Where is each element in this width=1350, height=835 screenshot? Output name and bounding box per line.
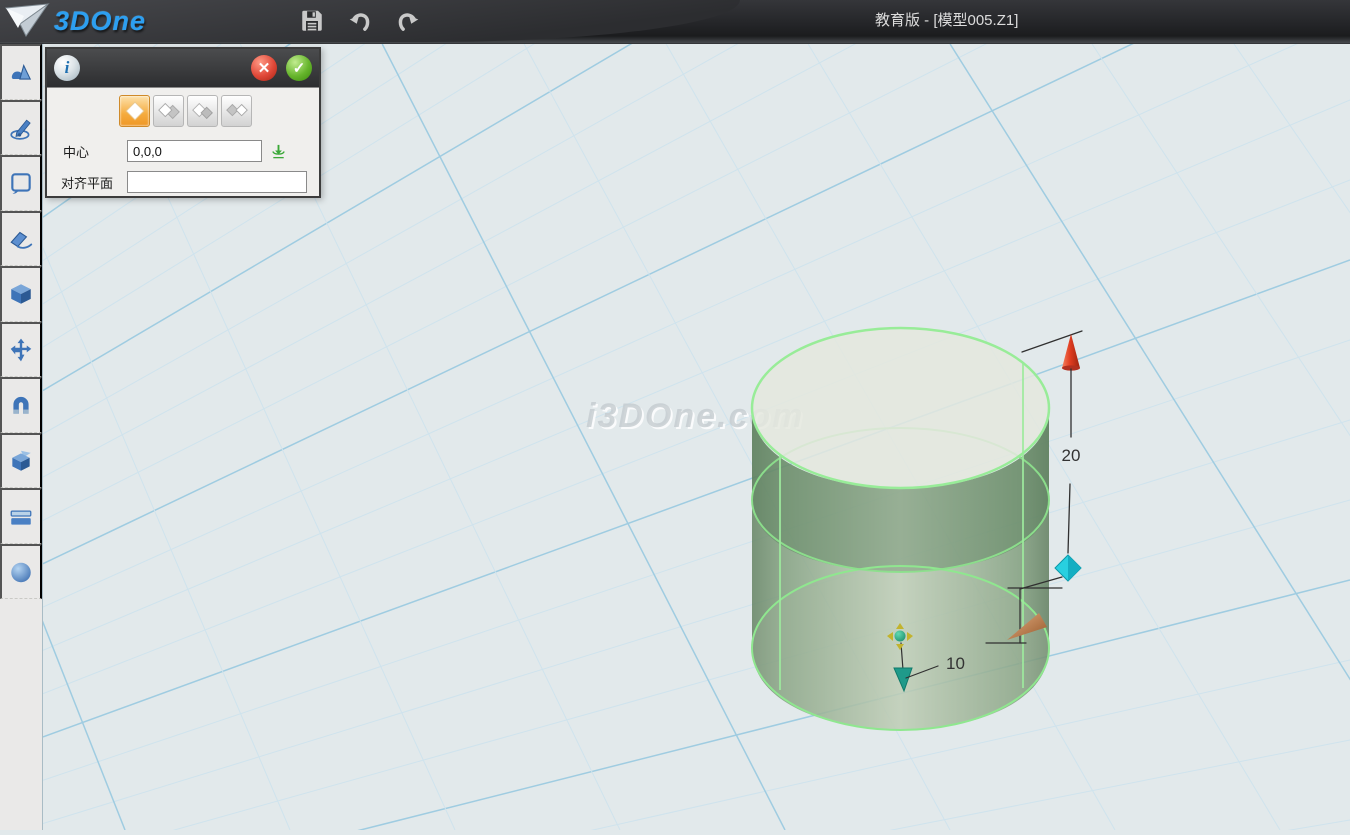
height-dim-label[interactable]: 20 — [1062, 446, 1081, 465]
cylinder-dialog: i ✕ ✓ — [45, 47, 321, 198]
paper-plane-icon — [4, 2, 50, 40]
sidebar-item-sketch[interactable] — [0, 100, 42, 156]
magnet-icon — [8, 392, 34, 418]
sidebar-item-material[interactable] — [0, 544, 42, 600]
align-plane-input[interactable] — [127, 171, 307, 193]
pick-point-icon — [270, 143, 287, 160]
diamond-add-icon — [156, 98, 182, 124]
mode-add-button[interactable] — [153, 95, 184, 127]
height-dim-line-lower — [1068, 484, 1070, 553]
sidebar-item-solid-feature[interactable] — [0, 266, 42, 322]
sidebar-item-sketch-plane[interactable] — [0, 155, 42, 211]
mode-base-button[interactable] — [119, 95, 150, 127]
cancel-button[interactable]: ✕ — [251, 55, 277, 81]
confirm-button[interactable]: ✓ — [286, 55, 312, 81]
sidebar-item-basic-shapes[interactable] — [0, 44, 42, 100]
info-button[interactable]: i — [54, 55, 80, 81]
undo-button[interactable] — [344, 5, 376, 37]
diamond-intersect-icon — [224, 98, 250, 124]
tool-sidebar — [0, 44, 43, 830]
cube-icon — [8, 281, 34, 307]
pencil-icon — [8, 115, 34, 141]
sweep-icon — [8, 226, 34, 252]
pick-point-button[interactable] — [270, 143, 287, 160]
sidebar-item-snap[interactable] — [0, 377, 42, 433]
radius-dim-label[interactable]: 10 — [946, 654, 965, 673]
section-bars-icon — [8, 503, 34, 529]
brand-name: 3DOne — [54, 6, 146, 37]
redo-button[interactable] — [392, 5, 424, 37]
boolean-mode-row — [119, 95, 252, 127]
sidebar-item-sweep[interactable] — [0, 211, 42, 267]
sidebar-item-move[interactable] — [0, 322, 42, 378]
plane-region-icon — [8, 170, 34, 196]
height-drag-cone[interactable] — [1062, 334, 1080, 368]
diamond-base-icon — [122, 98, 148, 124]
center-point-handle[interactable] — [895, 631, 906, 642]
undo-icon — [347, 8, 373, 34]
dialog-body: 中心 对齐平面 — [47, 87, 319, 196]
center-field-label: 中心 — [63, 142, 127, 161]
sidebar-item-combine[interactable] — [0, 433, 42, 489]
center-input[interactable] — [127, 140, 262, 162]
sphere-icon — [8, 559, 34, 585]
shapes-icon — [8, 59, 34, 85]
window-title: 教育版 - [模型005.Z1] — [875, 0, 1018, 44]
dialog-header[interactable]: i ✕ ✓ — [47, 49, 319, 87]
align-plane-field-label: 对齐平面 — [61, 173, 127, 192]
combine-cube-icon — [8, 448, 34, 474]
diamond-subtract-icon — [190, 98, 216, 124]
title-bar: 3DOne 教育版 - [模型005 — [0, 0, 1350, 44]
save-button[interactable] — [296, 5, 328, 37]
mode-subtract-button[interactable] — [187, 95, 218, 127]
app-logo: 3DOne — [4, 2, 146, 40]
sidebar-item-section[interactable] — [0, 488, 42, 544]
save-icon — [299, 8, 325, 34]
mode-intersect-button[interactable] — [221, 95, 252, 127]
redo-icon — [395, 8, 421, 34]
move-icon — [8, 337, 34, 363]
